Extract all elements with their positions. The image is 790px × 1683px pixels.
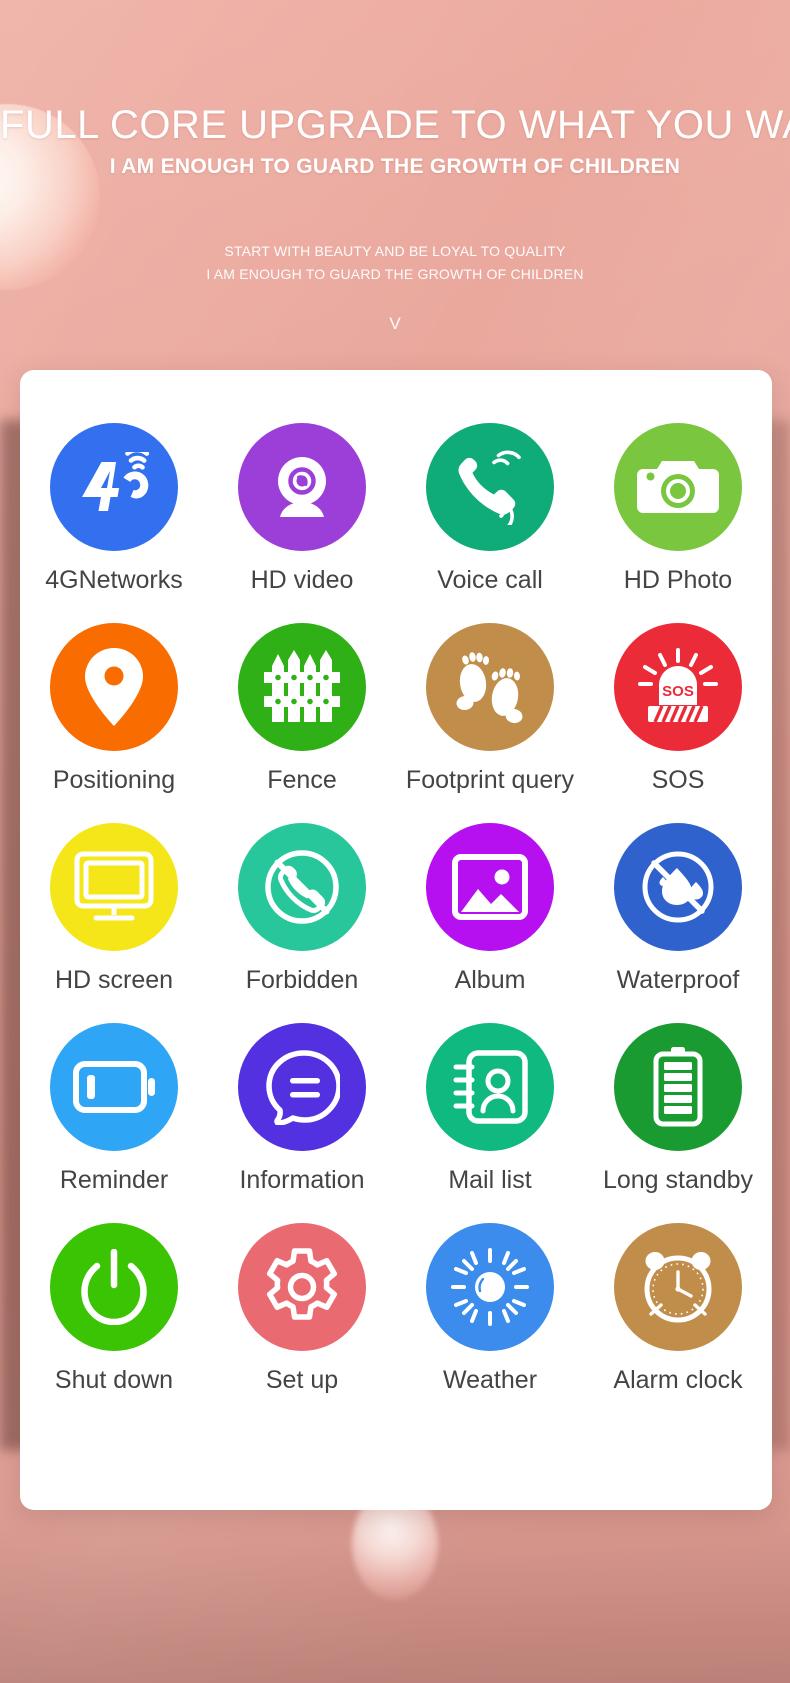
page-title: FULL CORE UPGRADE TO WHAT YOU WANT <box>0 102 790 148</box>
feature-label: Information <box>239 1165 364 1195</box>
low-battery-icon <box>50 1023 178 1151</box>
feature-label: Long standby <box>603 1165 753 1195</box>
chevron-down-icon[interactable]: V <box>0 313 790 335</box>
feature-tile[interactable]: Positioning <box>20 623 208 823</box>
feature-label: Footprint query <box>406 765 574 795</box>
feature-grid: 4GNetworks HD video Voice call HD Photo … <box>20 423 772 1423</box>
feature-label: Forbidden <box>246 965 359 995</box>
svg-text:SOS: SOS <box>662 683 694 700</box>
feature-tile[interactable]: Waterproof <box>584 823 772 1023</box>
feature-tile[interactable]: Shut down <box>20 1223 208 1423</box>
feature-tile[interactable]: Fence <box>208 623 396 823</box>
feature-tile[interactable]: HD screen <box>20 823 208 1023</box>
photo-album-icon <box>426 823 554 951</box>
feature-tile[interactable]: Voice call <box>396 423 584 623</box>
feature-label: Reminder <box>60 1165 168 1195</box>
feature-tile[interactable]: Reminder <box>20 1023 208 1223</box>
feature-tile[interactable]: Mail list <box>396 1023 584 1223</box>
sun-icon <box>426 1223 554 1351</box>
page-subtitle: I AM ENOUGH TO GUARD THE GROWTH OF CHILD… <box>0 153 790 181</box>
waterproof-icon <box>614 823 742 951</box>
feature-label: SOS <box>652 765 705 795</box>
camera-icon <box>614 423 742 551</box>
feature-tile[interactable]: Set up <box>208 1223 396 1423</box>
feature-tile[interactable]: SOS SOS <box>584 623 772 823</box>
monitor-icon <box>50 823 178 951</box>
feature-label: HD Photo <box>624 565 732 595</box>
feature-tile[interactable]: HD video <box>208 423 396 623</box>
alarm-clock-icon <box>614 1223 742 1351</box>
no-phone-icon <box>238 823 366 951</box>
feature-tile[interactable]: 4GNetworks <box>20 423 208 623</box>
chat-bubble-icon <box>238 1023 366 1151</box>
full-battery-icon <box>614 1023 742 1151</box>
feature-tile[interactable]: Footprint query <box>396 623 584 823</box>
feature-grid-card: 4GNetworks HD video Voice call HD Photo … <box>20 370 772 1510</box>
gear-icon <box>238 1223 366 1351</box>
feature-tile[interactable]: HD Photo <box>584 423 772 623</box>
feature-label: Album <box>455 965 526 995</box>
feature-tile[interactable]: Information <box>208 1023 396 1223</box>
feature-label: Positioning <box>53 765 175 795</box>
fence-icon <box>238 623 366 751</box>
feature-tile[interactable]: Weather <box>396 1223 584 1423</box>
webcam-icon <box>238 423 366 551</box>
tagline-line-2: I AM ENOUGH TO GUARD THE GROWTH OF CHILD… <box>0 263 790 285</box>
map-pin-icon <box>50 623 178 751</box>
phone-call-icon <box>426 423 554 551</box>
feature-tile[interactable]: Album <box>396 823 584 1023</box>
feature-label: Shut down <box>55 1365 173 1395</box>
feature-tile[interactable]: Long standby <box>584 1023 772 1223</box>
tagline-line-1: START WITH BEAUTY AND BE LOYAL TO QUALIT… <box>0 240 790 262</box>
product-feature-page: FULL CORE UPGRADE TO WHAT YOU WANT I AM … <box>0 0 790 1683</box>
sos-siren-icon: SOS <box>614 623 742 751</box>
feature-label: Mail list <box>448 1165 531 1195</box>
feature-label: Set up <box>266 1365 338 1395</box>
feature-tile[interactable]: Alarm clock <box>584 1223 772 1423</box>
feature-label: HD video <box>251 565 354 595</box>
feature-label: Waterproof <box>617 965 740 995</box>
power-icon <box>50 1223 178 1351</box>
contacts-book-icon <box>426 1023 554 1151</box>
feature-label: 4GNetworks <box>45 565 183 595</box>
4g-network-icon <box>50 423 178 551</box>
feature-label: Voice call <box>437 565 543 595</box>
feature-label: HD screen <box>55 965 173 995</box>
feature-tile[interactable]: Forbidden <box>208 823 396 1023</box>
footprints-icon <box>426 623 554 751</box>
feature-label: Alarm clock <box>613 1365 742 1395</box>
feature-label: Fence <box>267 765 336 795</box>
feature-label: Weather <box>443 1365 537 1395</box>
